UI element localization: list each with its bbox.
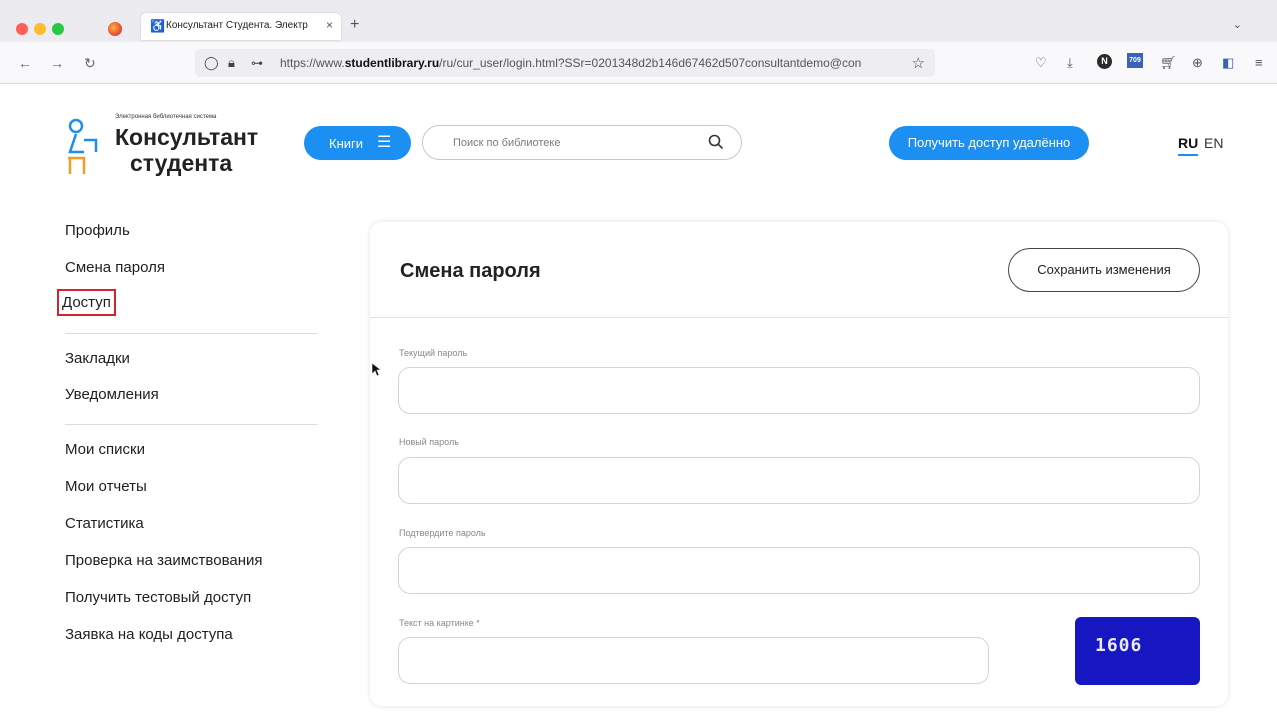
sidebar-item-profile[interactable]: Профиль: [65, 222, 130, 239]
search-placeholder: Поиск по библиотеке: [453, 137, 561, 149]
lang-ru-link[interactable]: RU: [1178, 135, 1199, 156]
extension-n-icon[interactable]: N: [1097, 54, 1112, 69]
logo-tagline: Электронная библиотечная система: [115, 114, 217, 120]
student-figure-icon: [68, 118, 98, 174]
browser-tab-bar: ♿ Консультант Студента. Электр × + ⌄: [0, 0, 1277, 42]
sidebar-item-statistics[interactable]: Статистика: [65, 515, 144, 532]
shield-icon[interactable]: ◯: [204, 55, 219, 71]
mouse-cursor-icon: [372, 363, 382, 377]
sidebar-divider: [65, 333, 317, 334]
menu-icon[interactable]: ≡: [1255, 55, 1263, 70]
confirm-password-label: Подтвердите пароль: [399, 528, 486, 538]
new-password-field[interactable]: [398, 457, 1200, 504]
firefox-icon[interactable]: [108, 22, 122, 36]
books-menu-button[interactable]: Книги ☰: [304, 126, 411, 160]
translate-icon[interactable]: ◧: [1222, 55, 1234, 71]
sidebar-item-change-password[interactable]: Смена пароля: [65, 259, 165, 276]
address-bar[interactable]: ◯ 🔒︎ ⊶ https://www.studentlibrary.ru/ru/…: [195, 49, 935, 77]
browser-tab-active[interactable]: ♿ Консультант Студента. Электр ×: [141, 13, 341, 40]
remote-access-button[interactable]: Получить доступ удалённо: [889, 126, 1089, 160]
site-logo[interactable]: Электронная библиотечная система Консуль…: [62, 112, 282, 182]
browser-nav-bar: ← → ↻ ◯ 🔒︎ ⊶ https://www.studentlibrary.…: [0, 42, 1277, 84]
captcha-text: 1606: [1095, 635, 1143, 656]
sidebar-item-plagiarism-check[interactable]: Проверка на заимствования: [65, 552, 263, 569]
tab-close-icon[interactable]: ×: [326, 18, 333, 32]
tab-title: Консультант Студента. Электр: [166, 20, 308, 31]
extension-709-icon[interactable]: 709: [1127, 53, 1143, 68]
bookmark-star-icon[interactable]: ☆: [912, 54, 925, 72]
captcha-image: 1606: [1075, 617, 1200, 685]
sidebar-item-test-access[interactable]: Получить тестовый доступ: [65, 589, 251, 606]
window-zoom-button[interactable]: [52, 23, 64, 35]
captcha-label: Текст на картинке *: [399, 618, 480, 628]
new-password-label: Новый пароль: [399, 437, 459, 447]
sidebar-item-access-codes-request[interactable]: Заявка на коды доступа: [65, 626, 233, 643]
sidebar-item-bookmarks[interactable]: Закладки: [65, 350, 130, 367]
current-password-label: Текущий пароль: [399, 348, 468, 358]
confirm-password-field[interactable]: [398, 547, 1200, 594]
sidebar-item-notifications[interactable]: Уведомления: [65, 386, 159, 403]
globe-icon[interactable]: ⊕: [1192, 55, 1203, 71]
lang-en-link[interactable]: EN: [1204, 135, 1223, 151]
sidebar-item-access[interactable]: Доступ: [57, 289, 116, 316]
captcha-text-field[interactable]: [398, 637, 989, 684]
tabs-menu-chevron-icon[interactable]: ⌄: [1233, 18, 1242, 31]
back-arrow-icon[interactable]: ←: [18, 55, 32, 71]
forward-arrow-icon[interactable]: →: [50, 55, 64, 71]
site-favicon-icon: ♿: [150, 19, 165, 33]
logo-title-line1: Консультант: [115, 124, 259, 150]
pocket-icon[interactable]: ♡: [1035, 55, 1047, 71]
hamburger-icon: ☰: [377, 134, 392, 151]
download-icon[interactable]: ⤓: [1067, 55, 1073, 71]
save-changes-button[interactable]: Сохранить изменения: [1008, 248, 1200, 292]
books-button-label: Книги: [329, 136, 364, 151]
page-title: Смена пароля: [400, 260, 541, 282]
reload-icon[interactable]: ↻: [84, 55, 96, 72]
cart-icon[interactable]: 🛒︎: [1160, 55, 1177, 71]
search-icon[interactable]: [707, 133, 725, 151]
change-password-card: Смена пароля Сохранить изменения Текущий…: [370, 222, 1228, 706]
key-icon[interactable]: ⊶: [251, 56, 263, 70]
sidebar-divider: [65, 424, 317, 425]
window-close-button[interactable]: [16, 23, 28, 35]
current-password-field[interactable]: [398, 367, 1200, 414]
card-divider: [370, 317, 1228, 318]
sidebar-item-my-reports[interactable]: Мои отчеты: [65, 478, 147, 495]
sidebar-item-my-lists[interactable]: Мои списки: [65, 441, 145, 458]
library-search-input[interactable]: Поиск по библиотеке: [422, 125, 742, 160]
lock-icon[interactable]: 🔒︎: [228, 55, 235, 71]
url-text[interactable]: https://www.studentlibrary.ru/ru/cur_use…: [280, 56, 900, 70]
window-minimize-button[interactable]: [34, 23, 46, 35]
new-tab-button[interactable]: +: [350, 16, 359, 34]
logo-title-line2: студента: [130, 150, 233, 176]
